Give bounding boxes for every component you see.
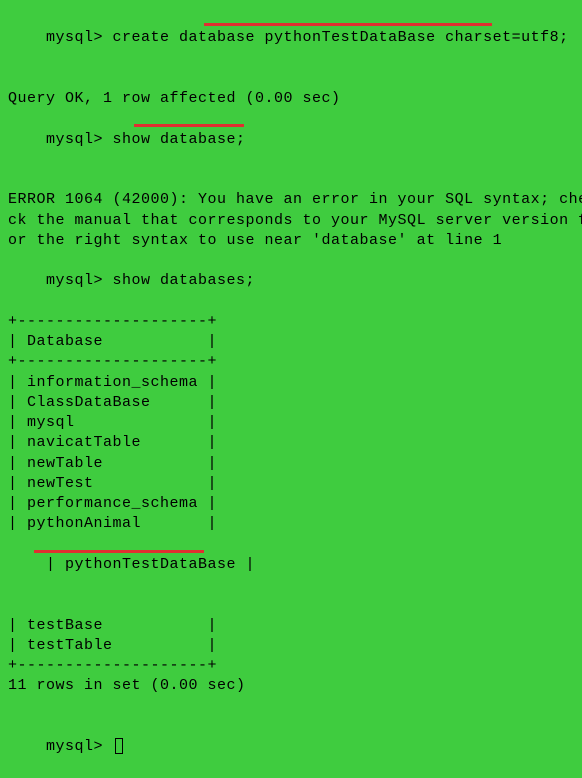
error-line-2: ck the manual that corresponds to your M… [8,211,574,231]
rows-count: 11 rows in set (0.00 sec) [8,676,574,696]
table-row: | information_schema | [8,373,574,393]
table-separator: +--------------------+ [8,352,574,372]
blank-line [8,697,574,717]
query-ok-line: Query OK, 1 row affected (0.00 sec) [8,89,574,109]
table-row: | performance_schema | [8,494,574,514]
red-underline-3 [34,550,204,553]
table-header: | Database | [8,332,574,352]
table-row: | testBase | [8,616,574,636]
table-separator: +--------------------+ [8,312,574,332]
cmd-show-database: show database; [113,131,246,148]
table-row: | pythonAnimal | [8,514,574,534]
cmd-line-cursor[interactable]: mysql> [8,717,574,778]
table-row: | testTable | [8,636,574,656]
cmd-line-2: mysql> show database; [8,109,574,190]
highlighted-db-row: | pythonTestDataBase | [46,556,255,573]
mysql-prompt: mysql> [46,738,113,755]
cmd-show-databases: show databases; [113,272,256,289]
table-row: | mysql | [8,413,574,433]
mysql-prompt: mysql> [46,131,113,148]
error-line-1: ERROR 1064 (42000): You have an error in… [8,190,574,210]
table-row: | ClassDataBase | [8,393,574,413]
table-row: | newTable | [8,454,574,474]
cmd-line-1: mysql> create database pythonTestDataBas… [8,8,574,89]
cmd-create-db: create database pythonTestDataBase chars… [113,29,569,46]
cursor-icon [115,738,123,754]
table-row: | newTest | [8,474,574,494]
error-line-3: or the right syntax to use near 'databas… [8,231,574,251]
table-separator: +--------------------+ [8,656,574,676]
mysql-prompt: mysql> [46,29,113,46]
mysql-prompt: mysql> [46,272,113,289]
cmd-line-3: mysql> show databases; [8,251,574,312]
red-underline-2 [134,124,244,127]
table-row: | navicatTable | [8,433,574,453]
table-row: | pythonTestDataBase | [8,535,574,616]
red-underline-1 [204,23,492,26]
terminal-output: mysql> create database pythonTestDataBas… [8,8,574,778]
